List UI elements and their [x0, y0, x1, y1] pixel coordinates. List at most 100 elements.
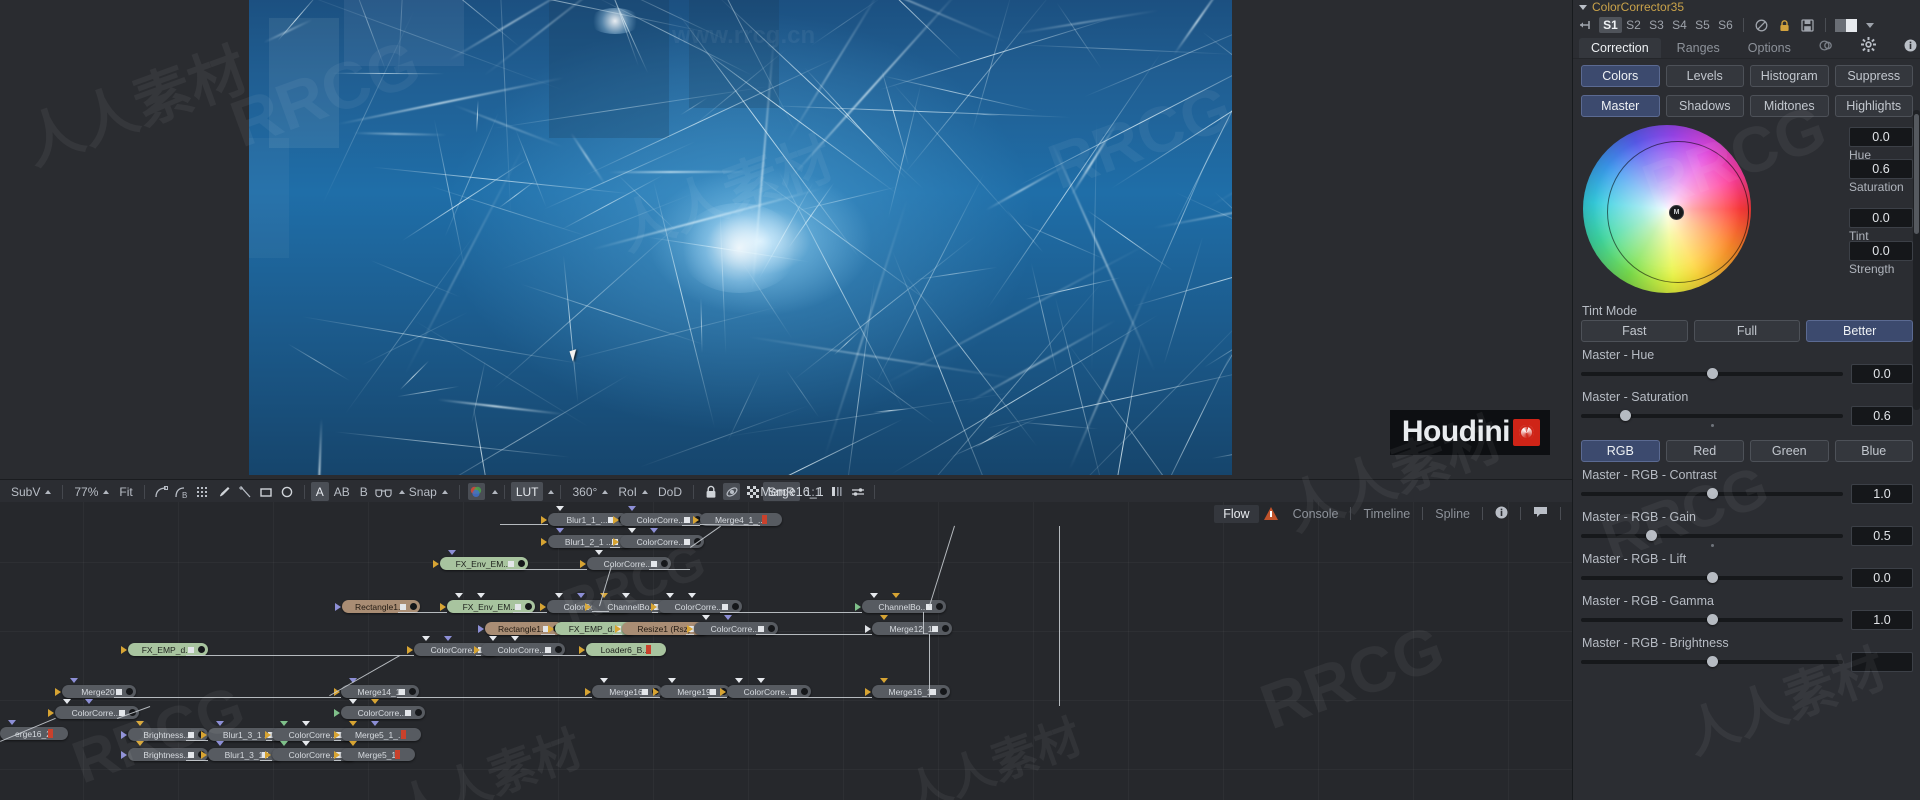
- tint-mode-tabs[interactable]: Fast Full Better: [1573, 320, 1920, 342]
- tab-histogram[interactable]: Histogram: [1750, 65, 1829, 87]
- node-control-handle[interactable]: [349, 721, 357, 726]
- node-output-square[interactable]: [646, 645, 651, 654]
- saturation-value[interactable]: 0.6: [1849, 159, 1913, 179]
- pin-icon[interactable]: [1579, 19, 1594, 31]
- warning-icon[interactable]: !: [1263, 506, 1279, 521]
- node-control-handle[interactable]: [892, 593, 900, 598]
- node-input-arrow[interactable]: [580, 559, 586, 568]
- slider-row[interactable]: 0.6: [1573, 406, 1920, 427]
- tint-field[interactable]: 0.0 Tint: [1849, 208, 1913, 243]
- slider-value[interactable]: [1851, 652, 1913, 672]
- strength-field[interactable]: 0.0 Strength: [1849, 241, 1913, 276]
- node-input-arrow[interactable]: [440, 602, 446, 611]
- subview-button[interactable]: SubV: [6, 482, 56, 501]
- node-control-handle[interactable]: [556, 528, 564, 533]
- fit-button[interactable]: Fit: [114, 482, 137, 501]
- master-sliders-top[interactable]: Master - Hue 0.0 Master - Saturation 0.6: [1573, 342, 1920, 427]
- slider-value[interactable]: 0.5: [1851, 526, 1913, 546]
- grid-points-icon[interactable]: [195, 483, 212, 500]
- node-control-handle[interactable]: [280, 721, 288, 726]
- buffer-ab-button[interactable]: AB: [329, 482, 355, 501]
- node-input-arrow[interactable]: [541, 515, 547, 524]
- node-output-dot[interactable]: [415, 709, 422, 716]
- node-output-dot[interactable]: [940, 688, 947, 695]
- tab-master[interactable]: Master: [1581, 95, 1660, 117]
- tab-green[interactable]: Green: [1750, 440, 1829, 462]
- slider-track[interactable]: [1581, 571, 1843, 583]
- slider-track[interactable]: [1581, 367, 1843, 379]
- node-input-arrow[interactable]: [865, 687, 871, 696]
- node-input-arrow[interactable]: [653, 687, 659, 696]
- node-output-square[interactable]: [400, 603, 406, 610]
- image-viewer[interactable]: Houdini: [0, 0, 1572, 479]
- checkerboard-icon[interactable]: [744, 483, 761, 500]
- inspector-scrollbar[interactable]: [1913, 110, 1920, 410]
- node-input-arrow[interactable]: [121, 730, 127, 739]
- zoom-level-button[interactable]: 77%: [69, 482, 114, 501]
- snap-button[interactable]: Snap: [394, 482, 453, 501]
- tab-rgb[interactable]: RGB: [1581, 440, 1660, 462]
- node-control-handle[interactable]: [349, 699, 357, 704]
- node-output-square[interactable]: [405, 709, 411, 716]
- slider-knob[interactable]: [1620, 409, 1632, 421]
- tab-suppress[interactable]: Suppress: [1834, 65, 1913, 87]
- node-control-handle[interactable]: [870, 593, 878, 598]
- sliders-icon[interactable]: [849, 483, 866, 500]
- node-input-arrow[interactable]: [121, 750, 127, 759]
- node-control-handle[interactable]: [136, 741, 144, 746]
- node-input-arrow[interactable]: [265, 750, 271, 759]
- slider-track[interactable]: [1581, 655, 1843, 667]
- node-output-square[interactable]: [116, 688, 122, 695]
- save-icon[interactable]: [1796, 17, 1819, 33]
- node-input-arrow[interactable]: [651, 602, 657, 611]
- node-control-handle[interactable]: [595, 550, 603, 555]
- inspector-node-header[interactable]: ColorCorrector35: [1573, 0, 1920, 14]
- node-input-arrow[interactable]: [433, 559, 439, 568]
- slider-track[interactable]: [1581, 409, 1843, 427]
- channel-tabs[interactable]: RGB Red Green Blue: [1573, 426, 1920, 462]
- node-control-handle[interactable]: [371, 721, 379, 726]
- stereo-glasses-icon[interactable]: [375, 483, 392, 500]
- node-input-arrow[interactable]: [548, 624, 554, 633]
- node-input-arrow[interactable]: [48, 708, 54, 717]
- node-output-dot[interactable]: [525, 603, 532, 610]
- node-output-square[interactable]: [545, 646, 551, 653]
- node-control-handle[interactable]: [349, 741, 357, 746]
- node-output-dot[interactable]: [409, 688, 416, 695]
- tab-shadows[interactable]: Shadows: [1665, 95, 1744, 117]
- tint-mode-fast[interactable]: Fast: [1581, 320, 1688, 342]
- node-input-arrow[interactable]: [407, 645, 413, 654]
- chevron-down-icon[interactable]: [1579, 4, 1587, 10]
- node-input-arrow[interactable]: [334, 708, 340, 717]
- node-input-arrow[interactable]: [265, 730, 271, 739]
- node-input-arrow[interactable]: [540, 602, 546, 611]
- node-input-arrow[interactable]: [335, 602, 341, 611]
- stage-button-s3[interactable]: S3: [1645, 17, 1668, 33]
- lut-button[interactable]: LUT: [510, 482, 544, 501]
- flow-node[interactable]: ColorCorre...: [341, 706, 425, 719]
- node-input-arrow[interactable]: [615, 624, 621, 633]
- stage-button-s4[interactable]: S4: [1668, 17, 1691, 33]
- pixel-ratio-button[interactable]: 1:1: [800, 482, 827, 501]
- flow-node[interactable]: Merge5_1: [341, 748, 415, 761]
- node-control-handle[interactable]: [8, 720, 16, 725]
- node-control-handle[interactable]: [302, 721, 310, 726]
- inspector-main-tabs[interactable]: Correction Ranges Options: [1573, 36, 1920, 59]
- node-input-arrow[interactable]: [585, 602, 591, 611]
- slider-knob[interactable]: [1646, 529, 1658, 541]
- strength-value[interactable]: 0.0: [1849, 241, 1913, 261]
- color-channels-icon[interactable]: [467, 483, 485, 500]
- tab-levels[interactable]: Levels: [1665, 65, 1744, 87]
- flow-node[interactable]: Loader6_B...: [586, 643, 666, 656]
- inspector-panel[interactable]: ColorCorrector35 S1 S2 S3 S4 S5 S6 Corre…: [1572, 0, 1920, 800]
- slider-value[interactable]: 0.0: [1851, 364, 1913, 384]
- flow-node[interactable]: Merge16_1: [872, 685, 950, 698]
- node-control-handle[interactable]: [422, 636, 430, 641]
- stage-button-s1[interactable]: S1: [1599, 17, 1622, 33]
- buffer-b-button[interactable]: B: [355, 482, 373, 501]
- node-output-square[interactable]: [399, 688, 405, 695]
- node-input-arrow[interactable]: [478, 624, 484, 633]
- flow-node[interactable]: Merge5_1_...: [341, 728, 421, 741]
- slider-row[interactable]: 1.0: [1573, 610, 1920, 630]
- master-sliders-bottom[interactable]: Master - RGB - Contrast 1.0 Master - RGB -…: [1573, 462, 1920, 672]
